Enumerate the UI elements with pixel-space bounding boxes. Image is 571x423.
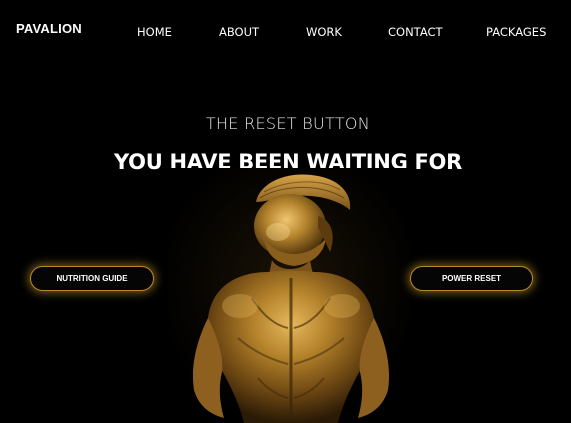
- main-navigation: HOME ABOUT WORK CONTACT PACKAGES: [0, 25, 571, 41]
- power-reset-button[interactable]: POWER RESET: [410, 266, 533, 291]
- nav-link-home[interactable]: HOME: [137, 25, 172, 39]
- nutrition-guide-button[interactable]: NUTRITION GUIDE: [30, 266, 154, 291]
- nav-link-contact[interactable]: CONTACT: [388, 25, 443, 39]
- hero-subtitle: THE RESET BUTTON: [205, 114, 371, 133]
- nav-link-work[interactable]: WORK: [306, 25, 342, 39]
- nav-link-about[interactable]: ABOUT: [219, 25, 259, 39]
- nav-link-packages[interactable]: PACKAGES: [486, 25, 546, 39]
- spartan-warrior-image: [168, 168, 410, 423]
